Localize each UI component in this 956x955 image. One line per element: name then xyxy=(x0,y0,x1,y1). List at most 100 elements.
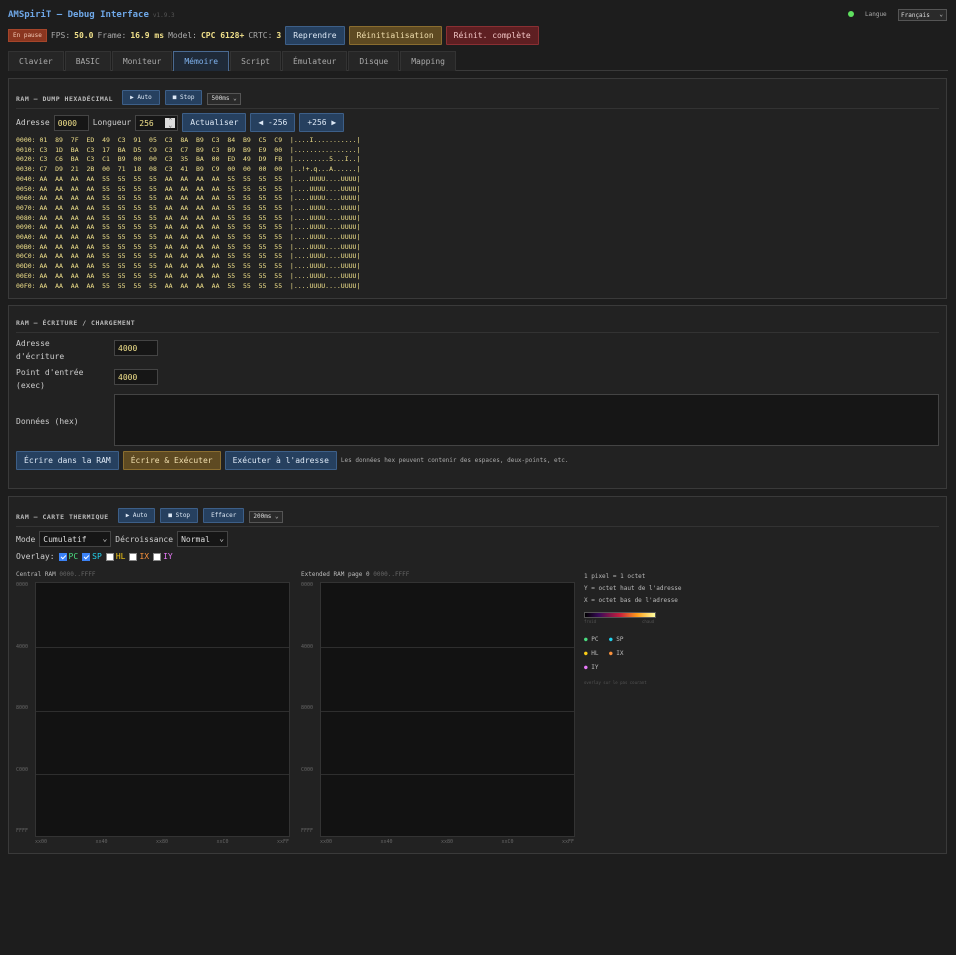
overlay-checkbox-pc[interactable] xyxy=(58,552,67,561)
overlay-checkbox-sp[interactable] xyxy=(82,552,91,561)
dump-auto-button[interactable]: ▶ Auto xyxy=(122,90,160,105)
heatmap-x-tick: xx80 xyxy=(441,839,454,845)
central-ram-range: 0000..FFFF xyxy=(59,571,96,578)
dump-controls: Adresse 0000 Longueur 256 ⌃ ⌄ Actualiser ◀… xyxy=(16,113,345,132)
reset-button[interactable]: Réinitialisation xyxy=(348,26,442,45)
tab-emulateur[interactable]: Émulateur xyxy=(281,51,348,71)
hex-data-label: Données (hex) xyxy=(16,417,79,426)
hex-dump-line: 00D0: AA AA AA AA 55 55 55 55 AA AA AA A… xyxy=(16,262,361,271)
dump-interval-select[interactable]: 500ms ⌄ xyxy=(207,93,241,105)
model-label: Model: xyxy=(168,31,197,40)
legend-line-1: 1 pixel = 1 octet xyxy=(584,573,646,580)
hex-dump-line: 0020: C3 C6 BA C3 C1 B9 00 00 C3 35 BA 0… xyxy=(16,155,361,164)
full-reset-button[interactable]: Réinit. complète xyxy=(445,26,539,45)
resume-button[interactable]: Reprendre xyxy=(285,26,345,45)
legend-line-3: X = octet bas de l'adresse xyxy=(584,597,678,604)
frame-value: 16.9 ms xyxy=(130,31,165,40)
register-name: IX xyxy=(616,650,624,657)
heatmap-interval-value: 200ms xyxy=(253,513,272,520)
hex-dump-line: 00C0: AA AA AA AA 55 55 55 55 AA AA AA A… xyxy=(16,252,361,261)
heatmap-y-tick: C000 xyxy=(16,766,29,773)
prev-page-button[interactable]: ◀ -256 xyxy=(250,113,296,132)
hex-data-textarea[interactable] xyxy=(114,394,939,446)
write-execute-button[interactable]: Écrire & Exécuter xyxy=(122,451,221,470)
decay-select[interactable]: Normal ⌄ xyxy=(177,531,229,547)
overlay-label-iy: IY xyxy=(163,552,173,561)
entry-point-input[interactable]: 4000 xyxy=(114,369,158,385)
mode-label: Mode xyxy=(16,534,36,544)
tab-basic[interactable]: BASIC xyxy=(64,51,111,71)
length-input[interactable]: 256 ⌃ ⌄ xyxy=(135,114,179,131)
tab-mapping[interactable]: Mapping xyxy=(400,51,456,71)
execute-address-button[interactable]: Exécuter à l'adresse xyxy=(224,451,337,470)
tab-script[interactable]: Script xyxy=(230,51,281,71)
heatmap-x-tick: xx00 xyxy=(35,839,48,845)
spinner-icon[interactable]: ⌃ ⌄ xyxy=(165,117,176,128)
next-page-button[interactable]: +256 ▶ xyxy=(299,113,345,132)
central-ram-map-title: Central RAM 0000..FFFF xyxy=(16,571,96,578)
overlay-toggle-ix[interactable]: IX xyxy=(129,552,149,561)
heatmap-interval-select[interactable]: 200ms ⌄ xyxy=(249,511,283,523)
gradient-min-label: froid xyxy=(584,619,597,624)
connection-status-dot xyxy=(848,11,854,17)
overlay-checkbox-hl[interactable] xyxy=(105,552,114,561)
central-ram-heatmap[interactable] xyxy=(35,582,290,837)
heatmap-stop-button[interactable]: ■ Stop xyxy=(160,508,199,523)
write-address-input[interactable]: 4000 xyxy=(114,340,158,356)
hex-dump-line: 0080: AA AA AA AA 55 55 55 55 AA AA AA A… xyxy=(16,213,361,222)
app-title-text: AMSpiriT — Debug Interface xyxy=(8,10,149,20)
hex-dump-line: 0090: AA AA AA AA 55 55 55 55 AA AA AA A… xyxy=(16,223,361,232)
overlay-toggle-iy[interactable]: IY xyxy=(153,552,173,561)
gradient-max-label: chaud xyxy=(642,619,655,624)
register-name: SP xyxy=(616,636,624,643)
heatmap-x-tick: xx40 xyxy=(380,839,393,845)
write-address-label-1: Adresse xyxy=(16,339,50,348)
language-select[interactable]: Français ⌄ xyxy=(898,9,947,21)
tab-moniteur[interactable]: Moniteur xyxy=(111,51,173,71)
ram-write-panel: RAM — ÉCRITURE / CHARGEMENT Adresse d'écr… xyxy=(8,305,947,489)
heatmap-x-tick: xxC0 xyxy=(501,839,514,845)
overlay-checkbox-ix[interactable] xyxy=(129,552,138,561)
heatmap-header: RAM — CARTE THERMIQUE ▶ Auto ■ Stop Effa… xyxy=(16,497,939,527)
mode-select[interactable]: Cumulatif ⌄ xyxy=(39,531,112,547)
hex-dump-view: 0000: 01 89 7F ED 49 C3 91 05 C3 8A B9 C… xyxy=(16,136,360,291)
tab-memoire[interactable]: Mémoire xyxy=(173,51,230,71)
write-ram-button[interactable]: Écrire dans la RAM xyxy=(16,451,119,470)
hex-dump-line: 00B0: AA AA AA AA 55 55 55 55 AA AA AA A… xyxy=(16,242,361,251)
top-bar: AMSpiriT — Debug Interface v1.9.3 Langue … xyxy=(8,6,948,26)
overlay-toggle-pc[interactable]: PC xyxy=(58,552,78,561)
extended-ram-heatmap[interactable] xyxy=(320,582,575,837)
decay-value: Normal xyxy=(181,535,210,544)
overlay-label-ix: IX xyxy=(139,552,150,561)
length-value: 256 xyxy=(139,118,154,128)
register-name: PC xyxy=(591,636,599,643)
heatmap-gridline xyxy=(36,774,289,776)
overlay-toggle-hl[interactable]: HL xyxy=(105,552,125,561)
hex-dump-line: 0010: C3 1D BA C3 17 BA D5 C9 C3 C7 B9 C… xyxy=(16,145,361,154)
hex-dump-line: 0060: AA AA AA AA 55 55 55 55 AA AA AA A… xyxy=(16,194,361,203)
address-input[interactable]: 0000 xyxy=(53,114,89,131)
hex-dump-line: 00E0: AA AA AA AA 55 55 55 55 AA AA AA A… xyxy=(16,271,361,280)
refresh-button[interactable]: Actualiser xyxy=(182,113,247,132)
heatmap-gridline xyxy=(321,710,574,712)
crtc-label: CRTC: xyxy=(248,31,273,40)
hex-dump-line: 0050: AA AA AA AA 55 55 55 55 AA AA AA A… xyxy=(16,184,361,193)
tab-disque[interactable]: Disque xyxy=(348,51,400,71)
register-legend-hl: ● HL xyxy=(584,650,598,657)
dump-stop-button[interactable]: ■ Stop xyxy=(164,90,203,105)
chevron-down-icon: ⌄ xyxy=(219,534,225,543)
heatmap-auto-button[interactable]: ▶ Auto xyxy=(117,508,156,523)
overlay-toggle-sp[interactable]: SP xyxy=(82,552,102,561)
heatmap-y-tick: FFFF xyxy=(301,828,314,834)
heatmap-y-tick: 8000 xyxy=(301,705,314,711)
heatmap-y-tick: 0000 xyxy=(16,582,29,588)
heatmap-x-tick: xxFF xyxy=(562,839,575,845)
hex-dump-line: 00F0: AA AA AA AA 55 55 55 55 AA AA AA A… xyxy=(16,281,361,290)
app-title: AMSpiriT — Debug Interface v1.9.3 xyxy=(8,10,175,20)
language-label: Langue xyxy=(865,11,887,18)
register-legend-iy: ● IY xyxy=(584,664,598,671)
register-name: IY xyxy=(591,664,599,671)
heatmap-clear-button[interactable]: Effacer xyxy=(203,508,245,523)
overlay-checkbox-iy[interactable] xyxy=(153,552,162,561)
tab-clavier[interactable]: Clavier xyxy=(8,51,64,71)
